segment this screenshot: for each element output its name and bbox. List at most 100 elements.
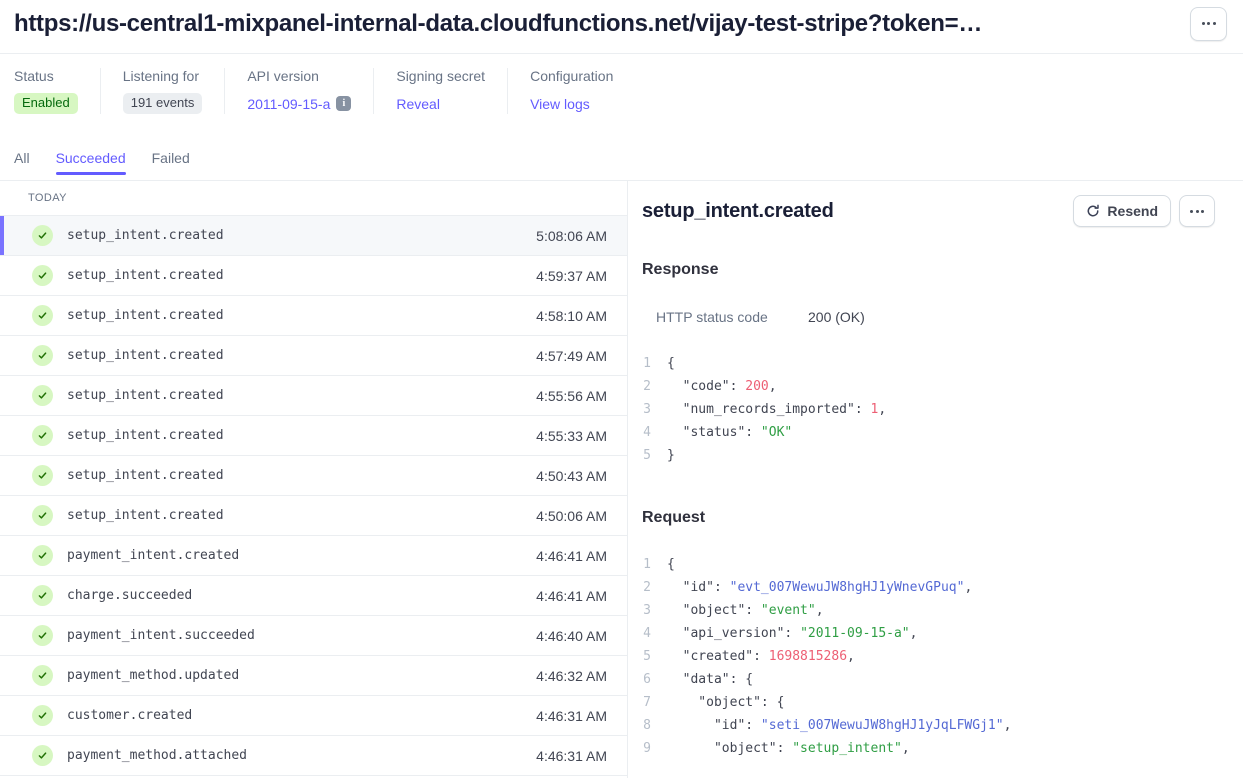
signing-secret-section: Signing secret Reveal: [373, 68, 507, 114]
event-row[interactable]: payment_method.attached 4:46:31 AM: [0, 736, 627, 776]
event-time: 5:08:06 AM: [536, 228, 607, 244]
success-check-icon: [32, 425, 53, 446]
code-line: 6 "data": {: [642, 668, 1215, 691]
success-check-icon: [32, 305, 53, 326]
resend-button[interactable]: Resend: [1073, 195, 1171, 227]
endpoint-url-title: https://us-central1-mixpanel-internal-da…: [14, 10, 982, 38]
event-name: payment_method.updated: [67, 668, 239, 683]
line-number: 6: [642, 668, 651, 691]
success-check-icon: [32, 225, 53, 246]
event-list-panel: TODAY setup_intent.created 5:08:06 AM se…: [0, 181, 628, 778]
api-version-section: API version 2011-09-15-a i: [224, 68, 373, 114]
success-check-icon: [32, 625, 53, 646]
code-line: 8 "id": "seti_007WewuJW8hgHJ1yJqLFWGj1",: [642, 714, 1215, 737]
listening-for-section: Listening for 191 events: [100, 68, 225, 114]
success-check-icon: [32, 745, 53, 766]
line-number: 1: [642, 553, 651, 576]
success-check-icon: [32, 665, 53, 686]
event-detail-header: setup_intent.created Resend: [642, 195, 1215, 227]
success-check-icon: [32, 345, 53, 366]
status-section: Status Enabled: [14, 68, 100, 114]
code-line: 1{: [642, 553, 1215, 576]
tab-succeeded[interactable]: Succeeded: [56, 132, 126, 180]
event-row[interactable]: setup_intent.created 4:57:49 AM: [0, 336, 627, 376]
http-status-value: 200 (OK): [808, 309, 865, 325]
resend-button-label: Resend: [1107, 203, 1158, 219]
tab-all[interactable]: All: [14, 132, 30, 180]
resend-refresh-icon: [1086, 204, 1100, 218]
event-time: 4:46:41 AM: [536, 548, 607, 564]
content-split: TODAY setup_intent.created 5:08:06 AM se…: [0, 181, 1243, 778]
reveal-secret-link[interactable]: Reveal: [396, 96, 440, 112]
line-number: 3: [642, 599, 651, 622]
event-group-label: TODAY: [28, 192, 67, 204]
event-time: 4:57:49 AM: [536, 348, 607, 364]
request-section-heading: Request: [642, 509, 1215, 527]
success-check-icon: [32, 585, 53, 606]
event-rows: setup_intent.created 5:08:06 AM setup_in…: [0, 216, 627, 776]
event-row[interactable]: setup_intent.created 4:55:33 AM: [0, 416, 627, 456]
success-check-icon: [32, 545, 53, 566]
code-line: 2 "code": 200,: [642, 375, 1215, 398]
event-name: setup_intent.created: [67, 268, 224, 283]
code-line: 3 "num_records_imported": 1,: [642, 398, 1215, 421]
event-detail-title: setup_intent.created: [642, 200, 834, 223]
event-row[interactable]: setup_intent.created 4:55:56 AM: [0, 376, 627, 416]
event-time: 4:46:41 AM: [536, 588, 607, 604]
code-line: 5}: [642, 444, 1215, 467]
event-name: setup_intent.created: [67, 428, 224, 443]
api-version-info-icon[interactable]: i: [336, 96, 351, 111]
event-row[interactable]: charge.succeeded 4:46:41 AM: [0, 576, 627, 616]
header-overflow-menu-button[interactable]: [1190, 7, 1227, 41]
line-number: 5: [642, 444, 651, 467]
http-status-label: HTTP status code: [656, 309, 808, 325]
http-status-row: HTTP status code 200 (OK): [642, 309, 1215, 325]
line-number: 4: [642, 622, 651, 645]
event-row[interactable]: payment_intent.succeeded 4:46:40 AM: [0, 616, 627, 656]
event-time: 4:55:56 AM: [536, 388, 607, 404]
code-line: 2 "id": "evt_007WewuJW8hgHJ1yWnevGPuq",: [642, 576, 1215, 599]
event-name: setup_intent.created: [67, 508, 224, 523]
code-line: 4 "status": "OK": [642, 421, 1215, 444]
code-line: 1{: [642, 352, 1215, 375]
event-name: customer.created: [67, 708, 192, 723]
line-number: 7: [642, 691, 651, 714]
ellipsis-icon: [1207, 22, 1210, 25]
event-row[interactable]: customer.created 4:46:31 AM: [0, 696, 627, 736]
event-detail-panel: setup_intent.created Resend: [628, 181, 1243, 778]
event-name: setup_intent.created: [67, 228, 224, 243]
view-logs-link[interactable]: View logs: [530, 96, 590, 112]
line-number: 3: [642, 398, 651, 421]
event-row[interactable]: payment_intent.created 4:46:41 AM: [0, 536, 627, 576]
response-section-heading: Response: [642, 261, 1215, 279]
event-filter-tabs: All Succeeded Failed: [0, 132, 1243, 181]
line-number: 2: [642, 576, 651, 599]
tab-failed[interactable]: Failed: [152, 132, 190, 180]
event-row[interactable]: setup_intent.created 4:50:06 AM: [0, 496, 627, 536]
event-name: setup_intent.created: [67, 348, 224, 363]
line-number: 1: [642, 352, 651, 375]
code-line: 5 "created": 1698815286,: [642, 645, 1215, 668]
status-enabled-badge: Enabled: [14, 93, 78, 114]
event-time: 4:59:37 AM: [536, 268, 607, 284]
event-row[interactable]: setup_intent.created 4:58:10 AM: [0, 296, 627, 336]
event-time: 4:55:33 AM: [536, 428, 607, 444]
response-code-block: 1{2 "code": 200,3 "num_records_imported"…: [642, 352, 1215, 467]
event-name: payment_method.attached: [67, 748, 247, 763]
line-number: 8: [642, 714, 651, 737]
event-name: payment_intent.succeeded: [67, 628, 255, 643]
success-check-icon: [32, 465, 53, 486]
api-version-link[interactable]: 2011-09-15-a: [247, 96, 330, 112]
event-row[interactable]: setup_intent.created 4:59:37 AM: [0, 256, 627, 296]
configuration-section: Configuration View logs: [507, 68, 635, 114]
status-label: Status: [14, 68, 78, 84]
event-time: 4:46:31 AM: [536, 748, 607, 764]
event-row[interactable]: payment_method.updated 4:46:32 AM: [0, 656, 627, 696]
event-time: 4:46:31 AM: [536, 708, 607, 724]
event-time: 4:58:10 AM: [536, 308, 607, 324]
success-check-icon: [32, 385, 53, 406]
ellipsis-icon: [1196, 210, 1199, 213]
event-row[interactable]: setup_intent.created 5:08:06 AM: [0, 216, 627, 256]
detail-overflow-menu-button[interactable]: [1179, 195, 1215, 227]
event-row[interactable]: setup_intent.created 4:50:43 AM: [0, 456, 627, 496]
